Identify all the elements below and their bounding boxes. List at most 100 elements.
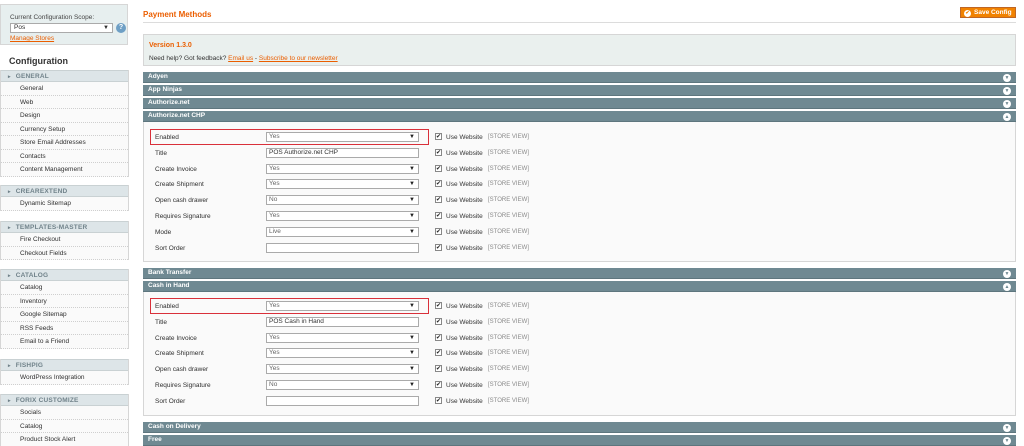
use-website-checkbox[interactable]: ✔ [435,302,442,309]
triangle-icon: ▸ [8,225,11,231]
nav-item-dynamic-sitemap[interactable]: Dynamic Sitemap [1,197,128,211]
use-website-checkbox[interactable]: ✔ [435,334,442,341]
nav-item-checkout-fields[interactable]: Checkout Fields [1,246,128,260]
chp-row-title: Title POS Authorize.net CHP ✔ Use Websit… [144,146,1017,162]
use-website-checkbox[interactable]: ✔ [435,133,442,140]
cash-row-create-invoice: Create Invoice Yes ▼ ✔ Use Website [STORE… [144,331,1017,347]
nav-item-catalog[interactable]: Catalog [1,281,128,295]
nav-item-google-sitemap[interactable]: Google Sitemap [1,308,128,322]
enabled-select[interactable]: Yes ▼ [266,132,419,142]
field-label: Title [155,319,168,326]
use-website-checkbox[interactable]: ✔ [435,212,442,219]
mode-select[interactable]: Live ▼ [266,227,419,237]
create-invoice-select[interactable]: Yes ▼ [266,164,419,174]
nav-section-header[interactable]: ▸ TEMPLATES-MASTER [1,221,128,233]
nav-item-general[interactable]: General [1,82,128,96]
nav-item-store-email-addresses[interactable]: Store Email Addresses [1,136,128,150]
use-website-checkbox[interactable]: ✔ [435,165,442,172]
field-label: Create Shipment [155,181,204,188]
field-label: Requires Signature [155,213,211,220]
nav-item-product-stock-alert[interactable]: Product Stock Alert [1,433,128,446]
collapse-icon: ▲ [1003,282,1011,291]
enabled-select[interactable]: Yes ▼ [266,301,419,311]
store-view-scope: [STORE VIEW] [488,245,529,251]
nav-item-email-to-a-friend[interactable]: Email to a Friend [1,335,128,349]
create-shipment-select[interactable]: Yes ▼ [266,179,419,189]
sort-order-input[interactable] [266,396,419,406]
use-website-checkbox[interactable]: ✔ [435,196,442,203]
use-website-label: Use Website [446,150,483,157]
field-label: Create Invoice [155,166,197,173]
use-website-checkbox[interactable]: ✔ [435,318,442,325]
chp-row-mode: Mode Live ▼ ✔ Use Website [STORE VIEW] [144,225,1017,241]
help-icon[interactable]: ? [116,23,126,33]
open-cash-drawer-select[interactable]: Yes ▼ [266,364,419,374]
help-line: Need help? Got feedback? Email us - Subs… [149,55,338,62]
nav-section-header[interactable]: ▸ FORIX CUSTOMIZE [1,394,128,406]
triangle-icon: ▸ [8,363,11,369]
use-website-checkbox[interactable]: ✔ [435,244,442,251]
use-website-checkbox[interactable]: ✔ [435,397,442,404]
requires-signature-select[interactable]: Yes ▼ [266,211,419,221]
chevron-down-icon: ▼ [409,382,415,388]
nav-item-inventory[interactable]: Inventory [1,294,128,308]
section-cash-in-hand[interactable]: Cash in Hand ▲ [143,281,1016,292]
nav-item-design[interactable]: Design [1,109,128,123]
store-view-scope: [STORE VIEW] [488,150,529,156]
nav-section-templates-master: ▸ TEMPLATES-MASTER Fire Checkout Checkout… [0,221,129,260]
store-view-scope: [STORE VIEW] [488,366,529,372]
nav-section-crearextend: ▸ CREAREXTEND Dynamic Sitemap [0,185,129,211]
sort-order-input[interactable] [266,243,419,253]
use-website-checkbox[interactable]: ✔ [435,381,442,388]
use-website-checkbox[interactable]: ✔ [435,149,442,156]
expand-icon: ▼ [1003,86,1011,95]
use-website-checkbox[interactable]: ✔ [435,349,442,356]
store-view-scope: [STORE VIEW] [488,382,529,388]
nav-item-fire-checkout[interactable]: Fire Checkout [1,233,128,247]
nav-item-web[interactable]: Web [1,95,128,109]
manage-stores-link[interactable]: Manage Stores [10,35,54,42]
create-shipment-select[interactable]: Yes ▼ [266,348,419,358]
section-free[interactable]: Free ▼ [143,435,1016,446]
section-bank-transfer[interactable]: Bank Transfer ▼ [143,268,1016,279]
triangle-icon: ▸ [8,189,11,195]
requires-signature-select[interactable]: No ▼ [266,380,419,390]
create-invoice-select[interactable]: Yes ▼ [266,333,419,343]
nav-item-catalog[interactable]: Catalog [1,419,128,433]
section-authorize-net[interactable]: Authorize.net ▼ [143,98,1016,109]
chp-row-create-invoice: Create Invoice Yes ▼ ✔ Use Website [STORE… [144,162,1017,178]
expand-icon: ▼ [1003,269,1011,278]
nav-section-header[interactable]: ▸ GENERAL [1,70,128,82]
nav-item-wordpress-integration[interactable]: WordPress Integration [1,371,128,385]
section-authorize-net-chp[interactable]: Authorize.net CHP ▲ [143,111,1016,122]
section-app-ninjas[interactable]: App Ninjas ▼ [143,85,1016,96]
use-website-label: Use Website [446,398,483,405]
save-config-button[interactable]: ✔ Save Config [960,7,1016,18]
use-website-checkbox[interactable]: ✔ [435,180,442,187]
chevron-down-icon: ▼ [409,197,415,203]
section-adyen[interactable]: Adyen ▼ [143,72,1016,83]
email-us-link[interactable]: Email us [228,55,253,62]
nav-item-rss-feeds[interactable]: RSS Feeds [1,321,128,335]
nav-item-contacts[interactable]: Contacts [1,149,128,163]
use-website-checkbox[interactable]: ✔ [435,228,442,235]
nav-item-currency-setup[interactable]: Currency Setup [1,122,128,136]
use-website-checkbox[interactable]: ✔ [435,365,442,372]
title-input[interactable]: POS Cash in Hand [266,317,419,327]
store-view-scope: [STORE VIEW] [488,335,529,341]
store-view-scope: [STORE VIEW] [488,213,529,219]
section-cash-on-delivery[interactable]: Cash on Delivery ▼ [143,422,1016,433]
nav-section-header[interactable]: ▸ FISHPIG [1,359,128,371]
nav-section-header[interactable]: ▸ CATALOG [1,269,128,281]
nav-item-socials[interactable]: Socials [1,406,128,420]
scope-select[interactable]: Pos ▼ [10,23,113,33]
cash-row-create-shipment: Create Shipment Yes ▼ ✔ Use Website [STOR… [144,346,1017,362]
store-view-scope: [STORE VIEW] [488,134,529,140]
newsletter-link[interactable]: Subscribe to our newsletter [259,55,338,62]
open-cash-drawer-select[interactable]: No ▼ [266,195,419,205]
chp-row-requires-signature: Requires Signature Yes ▼ ✔ Use Website [S… [144,209,1017,225]
config-title: Configuration [9,56,68,66]
nav-item-content-management[interactable]: Content Management [1,163,128,177]
title-input[interactable]: POS Authorize.net CHP [266,148,419,158]
nav-section-header[interactable]: ▸ CREAREXTEND [1,185,128,197]
